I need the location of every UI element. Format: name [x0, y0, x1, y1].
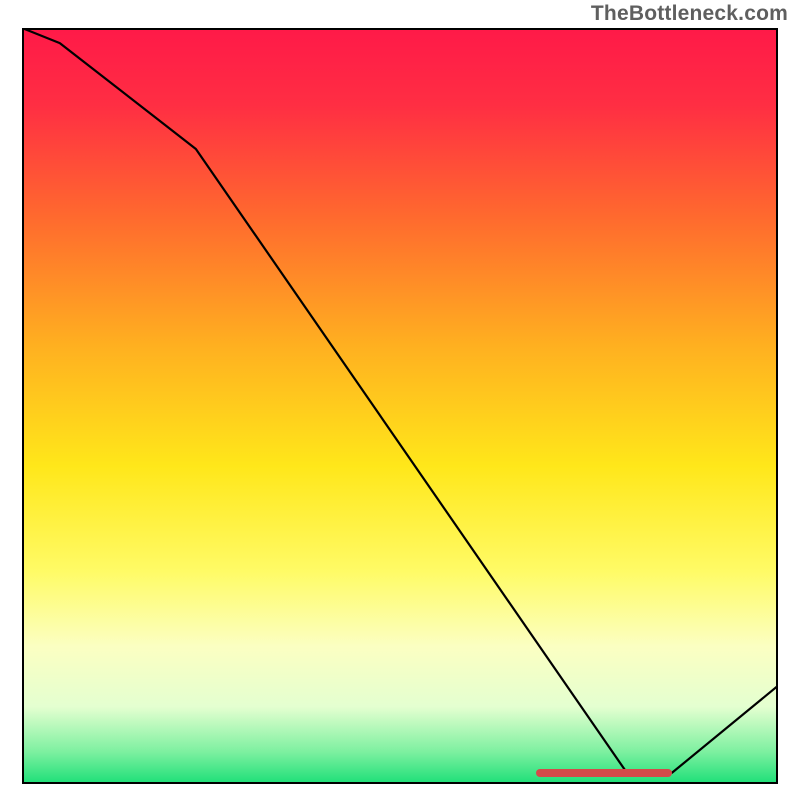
chart-line: [22, 28, 778, 784]
optimal-range-marker: [536, 769, 672, 777]
chart-area: [22, 28, 778, 784]
watermark-text: TheBottleneck.com: [591, 2, 788, 26]
